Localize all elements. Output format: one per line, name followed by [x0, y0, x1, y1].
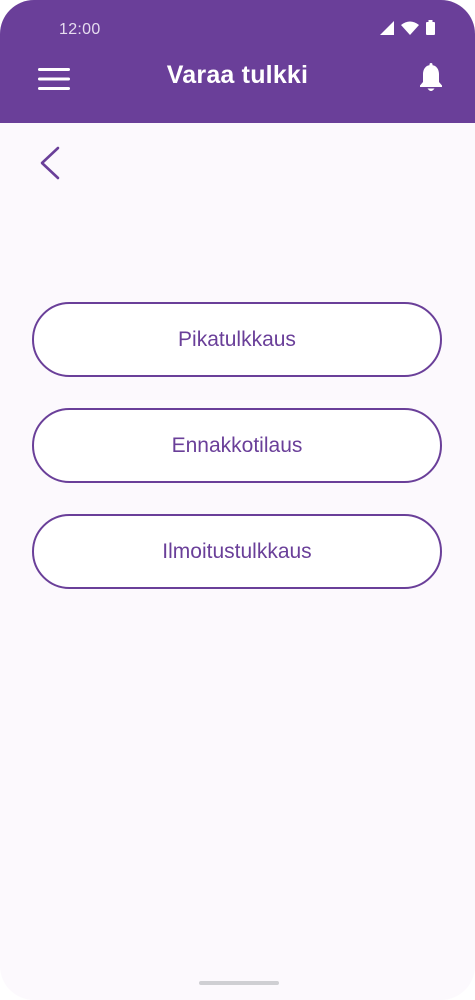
app-screen: 12:00 Varaa tulkki Pikatulkkaus Ennakkot… [0, 0, 475, 1000]
ilmoitustulkkaus-button[interactable]: Ilmoitustulkkaus [32, 514, 442, 589]
notifications-button[interactable] [411, 60, 451, 100]
battery-icon [426, 20, 435, 35]
page-title: Varaa tulkki [166, 61, 309, 89]
status-time: 12:00 [59, 21, 101, 38]
bell-icon [419, 62, 443, 98]
back-button[interactable] [30, 143, 70, 187]
status-icons [380, 20, 435, 35]
top-app-bar: 12:00 Varaa tulkki [0, 0, 475, 123]
home-indicator[interactable] [199, 981, 279, 985]
signal-icon [380, 20, 394, 35]
ennakkotilaus-button[interactable]: Ennakkotilaus [32, 408, 442, 483]
chevron-left-icon [39, 146, 61, 185]
wifi-icon [401, 21, 419, 35]
pikatulkkaus-button[interactable]: Pikatulkkaus [32, 302, 442, 377]
